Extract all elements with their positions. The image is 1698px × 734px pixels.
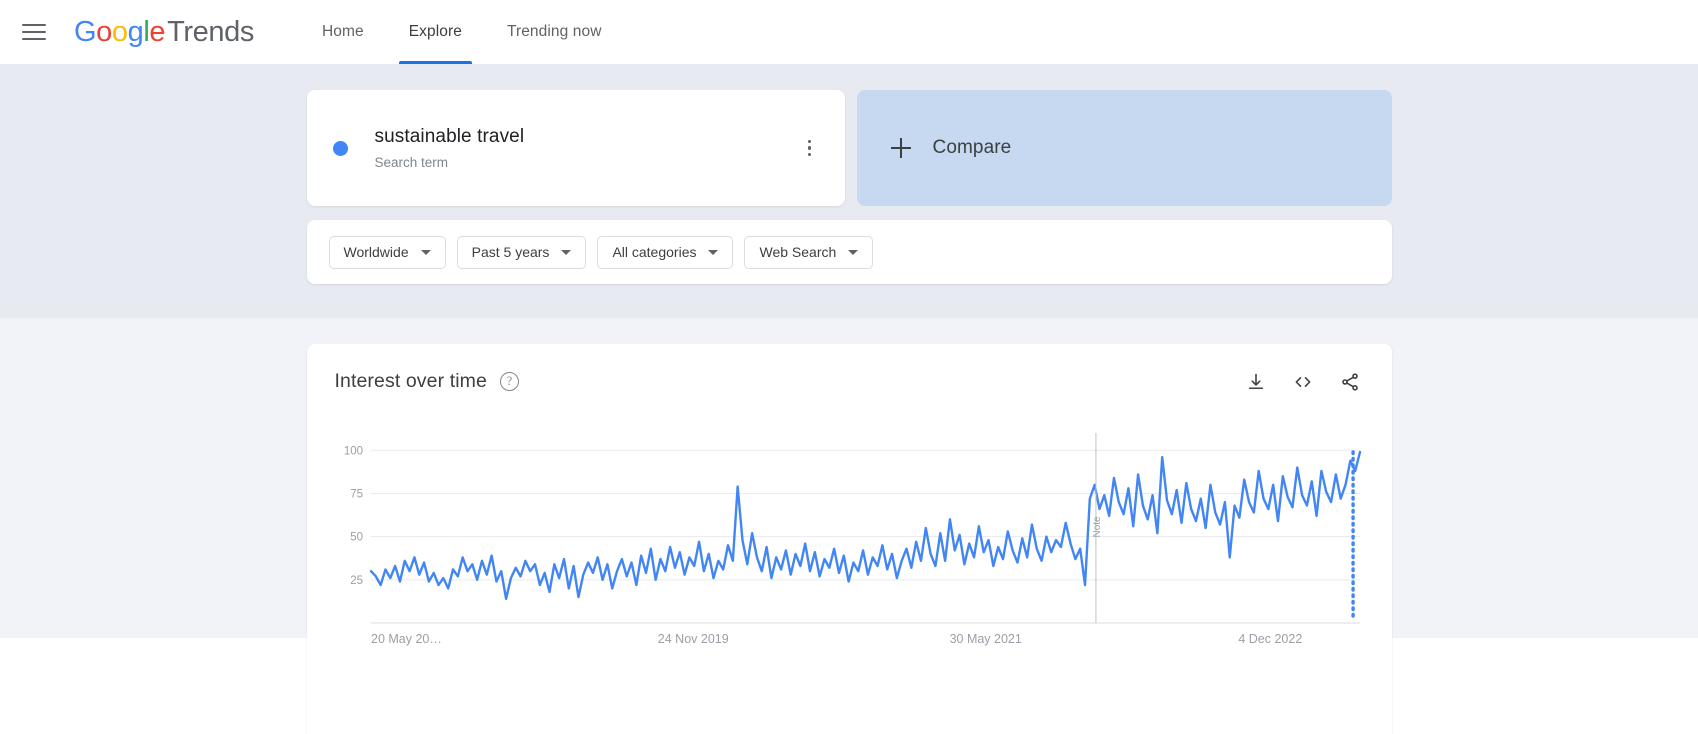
nav-link-explore[interactable]: Explore: [398, 0, 473, 64]
chart-svg: 25 50 75 100 20 May 20… 24 Nov 2019 30 May 202…: [343, 433, 1361, 646]
x-axis-tick-label: 4 Dec 2022: [1238, 632, 1302, 646]
series-line: [369, 450, 1361, 601]
note-annotation-label[interactable]: Note: [1091, 516, 1102, 538]
y-axis-tick-label: 75: [350, 488, 363, 500]
compare-button[interactable]: Compare: [856, 90, 1392, 206]
panel-actions: [1246, 372, 1364, 392]
panel-title-wrap: Interest over time ?: [335, 370, 519, 393]
share-icon[interactable]: [1340, 372, 1360, 392]
logo-letter-g: G: [74, 15, 97, 48]
hamburger-menu-icon[interactable]: [22, 19, 48, 45]
logo-word-trends: Trends: [167, 15, 254, 48]
filter-search-type-label: Web Search: [759, 244, 837, 260]
panel-header: Interest over time ?: [335, 370, 1364, 393]
y-axis-tick-label: 100: [343, 445, 362, 457]
search-term-label: sustainable travel: [374, 126, 525, 148]
filter-time-range[interactable]: Past 5 years: [456, 235, 587, 269]
search-term-texts: sustainable travel Search term: [375, 126, 793, 170]
x-axis-tick-label: 24 Nov 2019: [657, 632, 728, 646]
interest-over-time-panel: Interest over time ? 25 50 75 100 20 May…: [306, 344, 1392, 734]
page-title: Interest over time: [334, 370, 487, 392]
filter-time-range-label: Past 5 years: [471, 244, 550, 260]
compare-label: Compare: [932, 137, 1012, 158]
nav-link-home[interactable]: Home: [312, 0, 374, 64]
plus-icon: [890, 138, 911, 158]
interest-over-time-chart[interactable]: 25 50 75 100 20 May 20… 24 Nov 2019 30 May 202…: [335, 425, 1364, 655]
chevron-down-icon: [561, 249, 572, 255]
x-axis-tick-label: 20 May 20…: [371, 632, 442, 646]
y-axis-tick-label: 50: [350, 532, 363, 544]
filter-location-label: Worldwide: [343, 244, 409, 260]
logo-letter-o2: o: [111, 15, 128, 48]
filter-category-label: All categories: [612, 244, 697, 260]
filter-search-type[interactable]: Web Search: [744, 235, 874, 269]
search-term-card[interactable]: sustainable travel Search term: [306, 90, 845, 206]
chevron-down-icon: [848, 249, 859, 255]
nav-link-trending-now[interactable]: Trending now: [497, 0, 612, 64]
search-term-type: Search term: [374, 154, 449, 170]
y-axis-tick-label: 25: [350, 575, 363, 587]
logo-letter-e: e: [149, 15, 166, 48]
top-navigation-bar: Go o g l e Trends Home Explore Trending now: [0, 0, 1698, 64]
filter-location[interactable]: Worldwide: [328, 235, 446, 269]
query-band: sustainable travel Search term Compare W…: [0, 64, 1698, 318]
series-color-dot: [332, 140, 348, 156]
logo-letter-g2: g: [127, 15, 144, 48]
help-circle-icon[interactable]: ?: [499, 372, 519, 391]
chevron-down-icon: [708, 249, 719, 255]
x-axis-tick-label: 30 May 2021: [949, 632, 1021, 646]
chevron-down-icon: [420, 249, 431, 255]
results-area: Interest over time ? 25 50 75 100 20 May…: [0, 318, 1698, 734]
filters-bar: Worldwide Past 5 years All categories We…: [306, 220, 1392, 284]
more-vertical-icon[interactable]: [793, 131, 827, 165]
download-icon[interactable]: [1246, 372, 1266, 392]
nav-links: Home Explore Trending now: [312, 0, 637, 64]
query-band-content: sustainable travel Search term Compare W…: [306, 90, 1392, 284]
google-trends-logo[interactable]: Go o g l e Trends: [74, 16, 254, 49]
logo-letter-o1: o: [96, 15, 112, 48]
filter-category[interactable]: All categories: [597, 235, 734, 269]
embed-code-icon[interactable]: [1292, 372, 1314, 392]
query-row: sustainable travel Search term Compare: [306, 90, 1392, 206]
